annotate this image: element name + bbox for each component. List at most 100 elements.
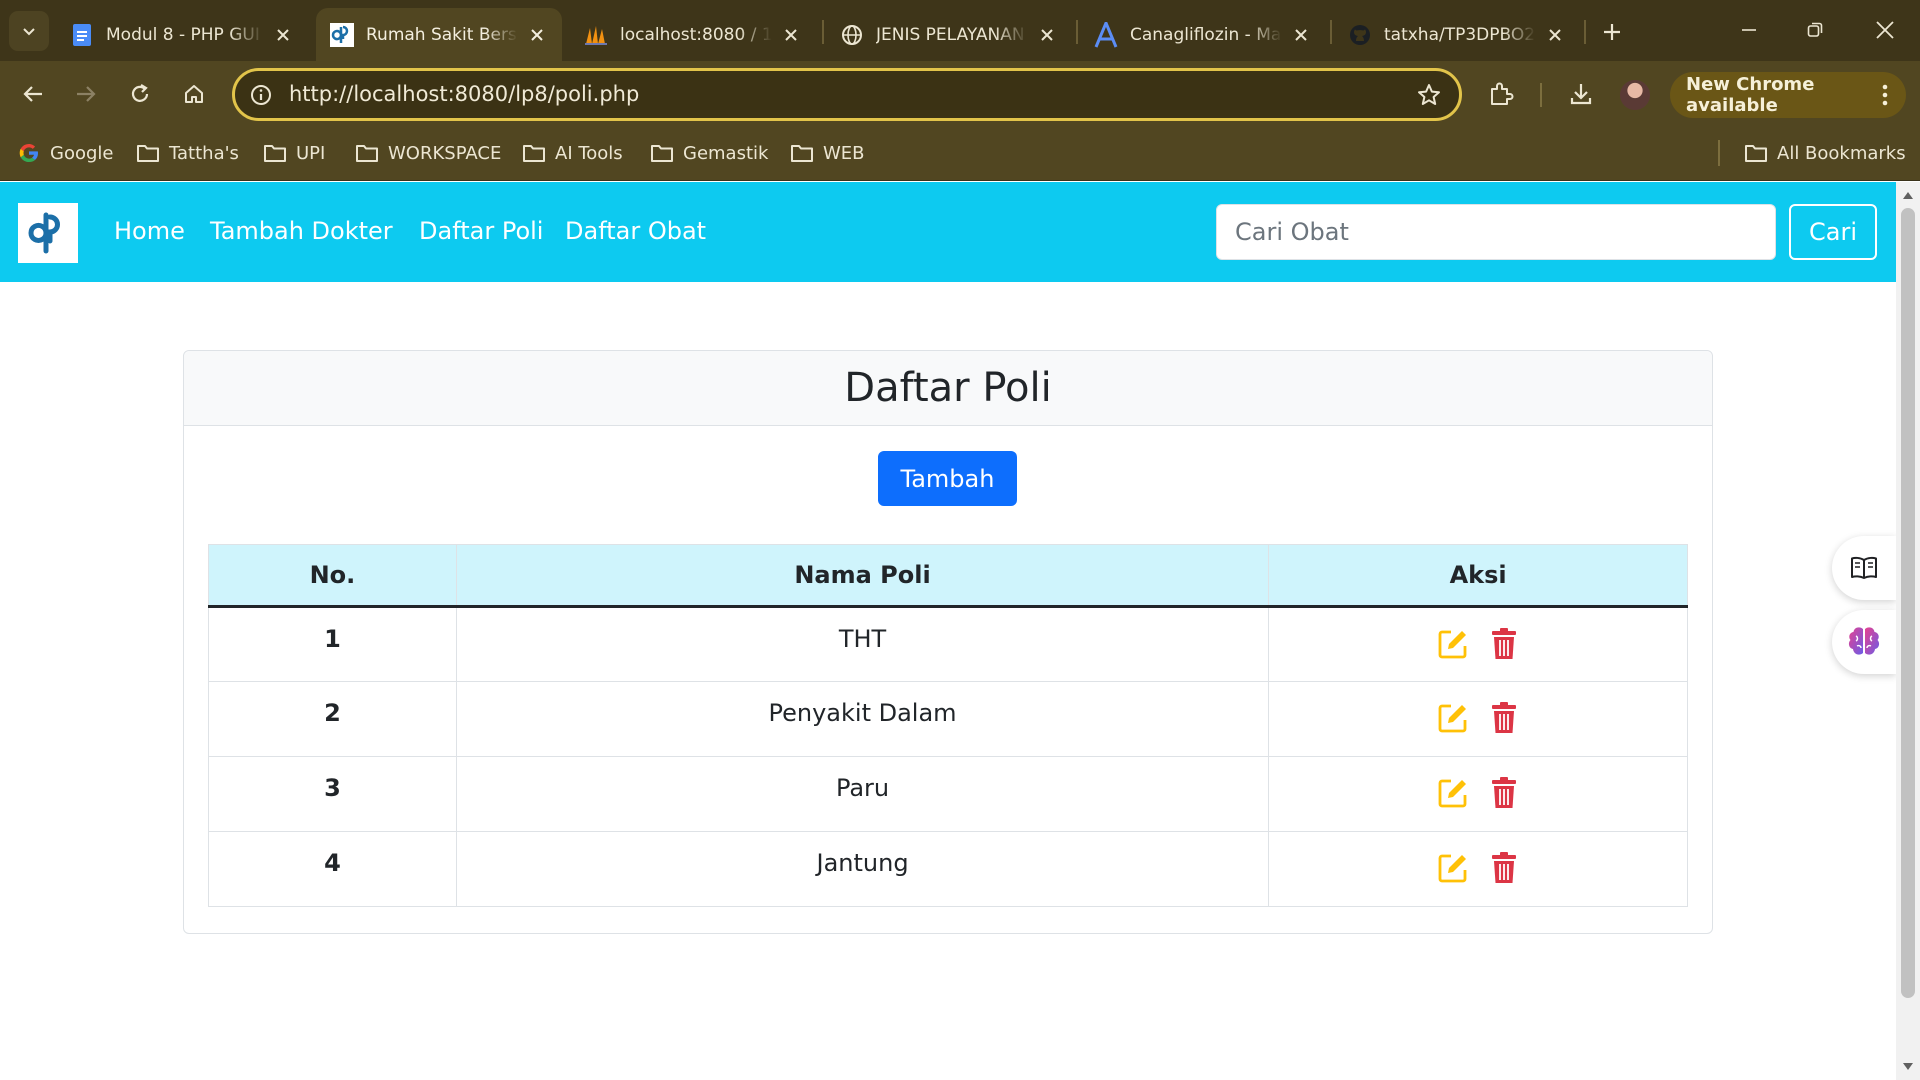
tab-title: Modul 8 - PHP GUI [106,24,260,45]
browser-tab[interactable]: localhost:8080 / 127 [570,8,816,61]
page-title: Daftar Poli [844,365,1052,411]
close-icon[interactable] [272,24,294,46]
reload-button[interactable] [119,73,161,115]
tab-title: tatxha/TP3DPBO2 [1384,24,1536,45]
edit-icon[interactable] [1436,701,1469,734]
download-icon [1570,84,1592,105]
bookmark-folder[interactable]: WEB [790,138,865,168]
trash-icon[interactable] [1487,701,1520,734]
edit-icon[interactable] [1436,776,1469,809]
row-actions [1268,606,1688,682]
back-button[interactable] [12,73,54,115]
column-header-no: No. [208,544,457,608]
close-icon[interactable] [1544,24,1566,46]
nav-link-tambah-dokter[interactable]: Tambah Dokter [210,210,393,252]
folder-icon [1744,141,1768,165]
bookmark-label: Gemastik [683,142,769,164]
reload-icon [131,84,149,102]
nav-link-daftar-poli[interactable]: Daftar Poli [419,210,543,252]
phpmyadmin-icon [584,23,608,47]
folder-icon [790,141,814,165]
url-text[interactable]: http://localhost:8080/lp8/poli.php [289,71,639,118]
all-bookmarks-button[interactable]: All Bookmarks [1744,138,1906,168]
bookmark-label: WEB [823,142,865,164]
browser-tab-active[interactable]: Rumah Sakit Bersih [316,8,562,61]
close-window-button[interactable] [1852,0,1918,60]
home-icon [185,85,203,103]
extensions-button[interactable] [1484,77,1518,111]
nav-link-home[interactable]: Home [114,210,185,252]
arrow-right-icon [77,86,96,102]
minimize-icon [1742,29,1756,31]
tambah-button[interactable]: Tambah [878,451,1017,506]
restore-icon [1807,22,1823,37]
new-tab-button[interactable] [1594,14,1630,50]
nav-link-daftar-obat[interactable]: Daftar Obat [565,210,706,252]
bookmark-folder[interactable]: UPI [263,138,325,168]
close-icon [1876,21,1894,39]
browser-tab[interactable]: JENIS PELAYANAN [826,8,1072,61]
plus-icon [1604,24,1620,40]
scroll-thumb[interactable] [1901,208,1915,998]
github-icon [1348,23,1372,47]
poli-name: Penyakit Dalam [455,681,1270,757]
star-icon[interactable] [1415,81,1443,109]
bookmark-google[interactable]: Google [17,138,113,168]
address-bar[interactable]: http://localhost:8080/lp8/poli.php [232,68,1462,121]
browser-tab[interactable]: tatxha/TP3DPBO2 [1334,8,1580,61]
bookmark-folder[interactable]: WORKSPACE [355,138,501,168]
row-number: 3 [208,756,457,832]
tab-title: JENIS PELAYANAN [876,24,1025,45]
bookmark-folder[interactable]: Gemastik [650,138,768,168]
browser-toolbar: http://localhost:8080/lp8/poli.php New C… [0,61,1920,128]
site-logo-icon [28,212,60,254]
downloads-button[interactable] [1564,77,1598,111]
bookmarks-bar: Google Tattha's UPI WORKSPACE AI Tools G… [0,128,1920,181]
site-navbar: Home Tambah Dokter Daftar Poli Daftar Ob… [0,182,1896,282]
forward-button[interactable] [65,73,107,115]
trash-icon[interactable] [1487,851,1520,884]
scroll-up-arrow-icon[interactable] [1902,190,1914,200]
chrome-update-label: New Chrome available [1686,74,1815,116]
browser-tab[interactable]: Modul 8 - PHP GUI [56,8,308,61]
chrome-update-button[interactable]: New Chrome available [1670,72,1906,118]
bookmark-label: WORKSPACE [388,142,502,164]
close-icon[interactable] [1036,24,1058,46]
letter-a-icon [1094,21,1118,48]
bookmark-folder[interactable]: AI Tools [522,138,623,168]
search-obat-input[interactable] [1216,204,1776,260]
folder-icon [136,141,160,165]
edit-icon[interactable] [1436,851,1469,884]
all-bookmarks-label: All Bookmarks [1777,142,1906,164]
home-button[interactable] [173,73,215,115]
table-row: 4 Jantung [208,831,1688,907]
trash-icon[interactable] [1487,776,1520,809]
site-logo-icon [330,22,354,47]
close-icon[interactable] [1290,24,1312,46]
search-button[interactable]: Cari [1789,204,1877,260]
reading-mode-button[interactable] [1832,536,1896,600]
tab-title: Rumah Sakit Bersih [366,24,518,45]
scroll-down-arrow-icon[interactable] [1902,1062,1914,1072]
trash-icon[interactable] [1487,627,1520,660]
close-icon[interactable] [526,24,548,46]
folder-icon [522,141,546,165]
close-icon[interactable] [780,24,802,46]
globe-icon [840,23,864,47]
tab-search-button[interactable] [9,11,49,51]
folder-icon [263,141,287,165]
browser-tab[interactable]: Canagliflozin - Ma [1080,8,1326,61]
info-icon[interactable] [247,81,275,109]
ai-assistant-button[interactable] [1832,610,1896,674]
bookmark-label: Tattha's [169,142,239,164]
site-logo[interactable] [18,203,78,263]
google-icon [17,141,41,165]
minimize-button[interactable] [1716,0,1782,60]
bookmark-folder[interactable]: Tattha's [136,138,239,168]
edit-icon[interactable] [1436,627,1469,660]
poli-card: Daftar Poli Tambah No. Nama Poli Aksi 1 … [183,350,1713,934]
page-scrollbar[interactable] [1896,182,1920,1080]
restore-button[interactable] [1782,0,1848,60]
profile-avatar[interactable] [1620,80,1650,110]
row-number: 4 [208,831,457,907]
